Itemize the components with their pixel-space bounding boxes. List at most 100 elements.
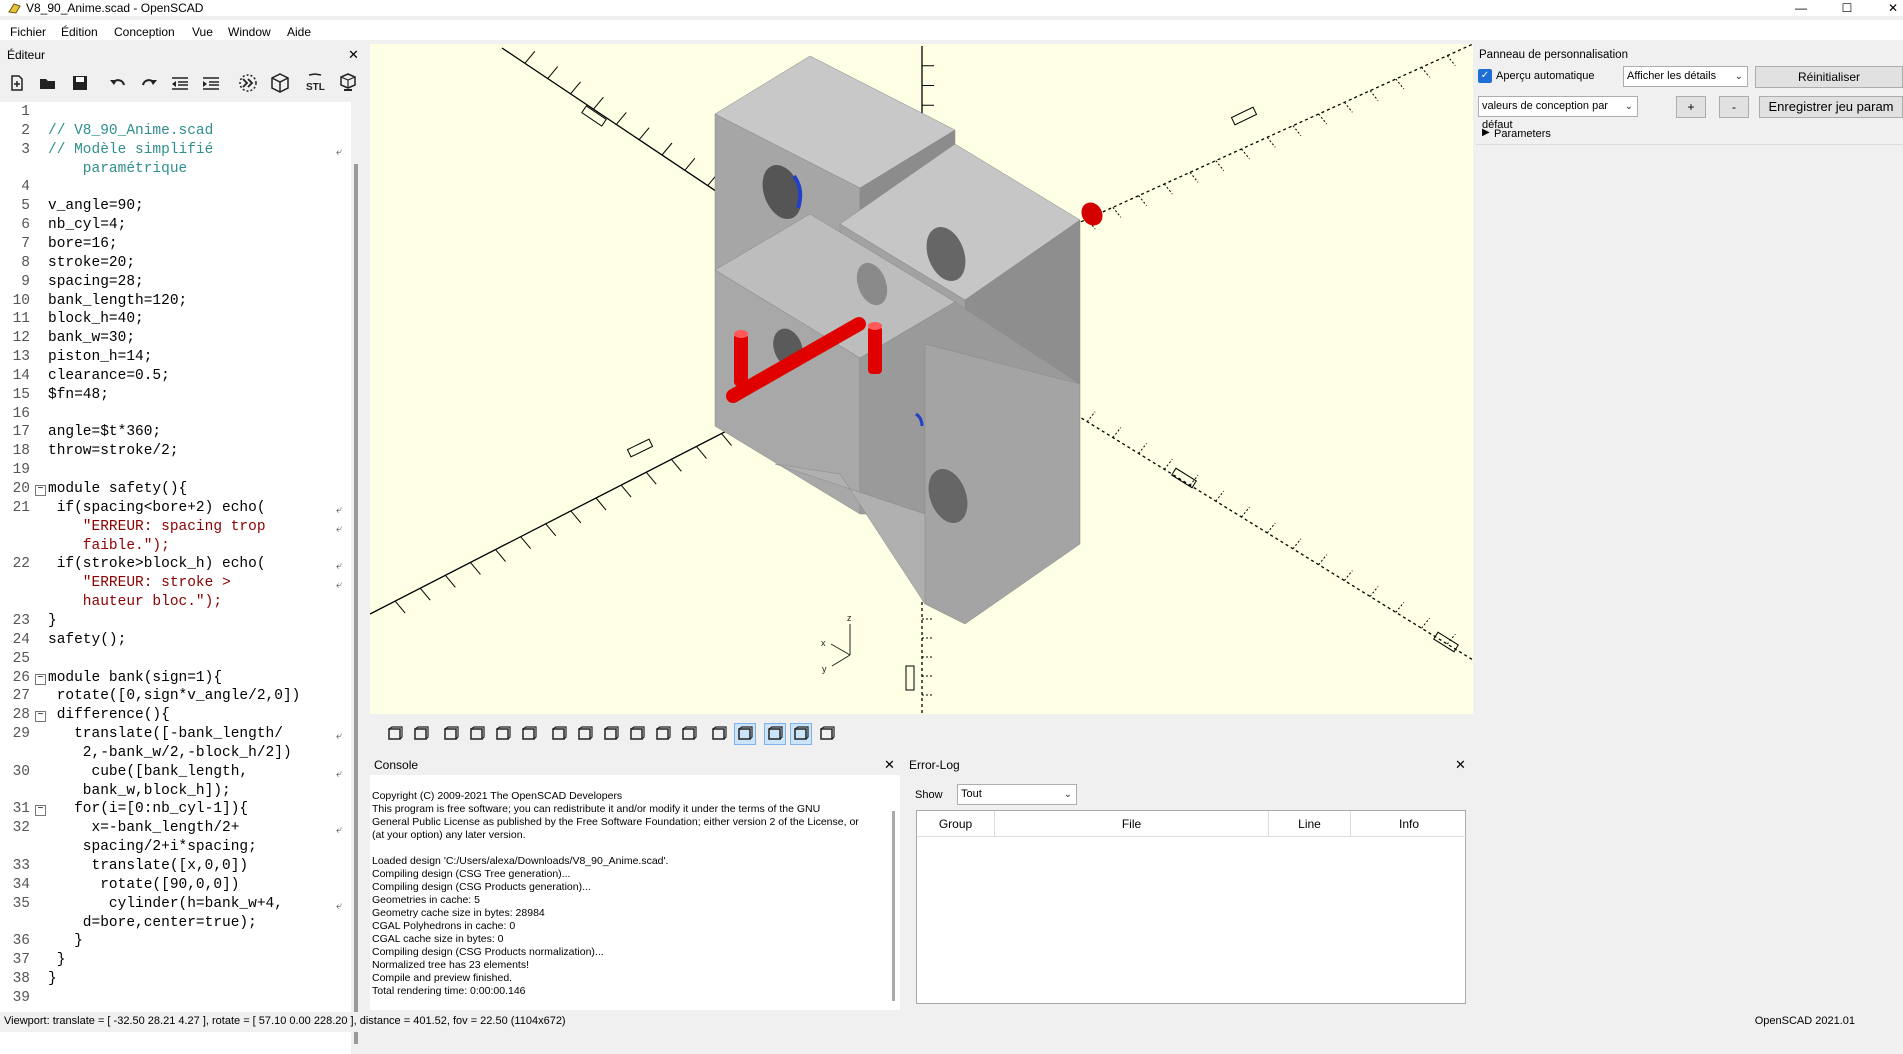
show-filter-select[interactable]: Tout ⌄ <box>957 784 1077 805</box>
maximize-button[interactable]: ☐ <box>1824 0 1870 16</box>
line-number: 15 <box>12 386 30 403</box>
code-editor[interactable]: 1 2 3 4 5 6 7 8 9 10 11 12 13 14 15 16 17 18 19 20 21 22 23 24 2… <box>0 102 362 1054</box>
axis-tick <box>1318 113 1328 125</box>
menu-fichier[interactable]: Fichier <box>10 25 46 39</box>
console-line: CGAL Polyhedrons in cache: 0 <box>372 920 516 932</box>
axis-tick <box>645 471 657 485</box>
redo-icon[interactable] <box>138 72 160 94</box>
orthogonal-icon[interactable] <box>734 723 756 745</box>
minimize-button[interactable]: — <box>1778 0 1824 16</box>
export-stl-icon[interactable]: STL <box>305 72 327 94</box>
view-top-icon[interactable] <box>574 723 596 745</box>
send-to-print-icon[interactable] <box>337 72 359 94</box>
editor-scrollbar[interactable] <box>351 102 362 1054</box>
code-line: cylinder(h=bank_w+4, <box>48 895 283 912</box>
axis-tick <box>1163 459 1173 470</box>
code-line: faible."); <box>48 537 170 554</box>
axis-tick <box>1241 148 1250 160</box>
zoom-in-icon[interactable] <box>466 723 488 745</box>
editor-scrollbar-thumb[interactable] <box>354 164 358 1044</box>
view-back-icon[interactable] <box>678 723 700 745</box>
line-number: 31 <box>12 801 30 818</box>
save-preset-button[interactable]: Enregistrer jeu param <box>1759 96 1903 118</box>
fold-toggle-icon[interactable]: − <box>35 711 46 723</box>
axis-tick <box>1421 67 1430 78</box>
menu-edition[interactable]: Édition <box>61 25 98 39</box>
fold-toggle-icon[interactable]: − <box>35 673 46 685</box>
console-scrollbar[interactable] <box>892 811 895 1001</box>
editor-panel: Éditeur ✕ STL 1 2 3 4 5 6 7 8 9 10 11 12… <box>0 44 370 1054</box>
unindent-icon[interactable] <box>169 72 191 94</box>
open-file-icon[interactable] <box>37 72 59 94</box>
menu-vue[interactable]: Vue <box>192 25 213 39</box>
render-icon[interactable] <box>269 72 291 94</box>
show-axes-icon[interactable] <box>764 723 786 745</box>
status-bar: Viewport: translate = [ -32.50 28.21 4.2… <box>0 1012 1903 1032</box>
chevron-down-icon: ⌄ <box>1624 101 1633 112</box>
code-line: safety(); <box>48 631 127 648</box>
parameters-group-header[interactable]: ▶ Parameters <box>1476 124 1903 144</box>
remove-preset-button[interactable]: - <box>1719 96 1749 118</box>
fold-toggle-icon[interactable]: − <box>35 485 46 496</box>
perspective-icon[interactable] <box>708 723 730 745</box>
details-select[interactable]: Afficher les détails ⌄ <box>1623 66 1748 87</box>
view-front-icon[interactable] <box>652 723 674 745</box>
console-close-button[interactable]: ✕ <box>884 757 895 773</box>
line-number: 38 <box>12 971 30 988</box>
line-number: 37 <box>12 952 30 969</box>
zoom-out-icon[interactable] <box>492 723 514 745</box>
new-file-icon[interactable] <box>6 72 28 94</box>
menu-aide[interactable]: Aide <box>287 25 311 39</box>
axis-tick <box>1086 411 1096 422</box>
preview-icon[interactable] <box>237 72 259 94</box>
show-edges-icon[interactable] <box>816 723 838 745</box>
render-icon[interactable] <box>410 723 432 745</box>
preset-select[interactable]: valeurs de conception par défaut ⌄ <box>1478 96 1638 131</box>
errorlog-close-button[interactable]: ✕ <box>1455 757 1466 773</box>
errorlog-title-bar: Error-Log ✕ <box>905 755 1473 777</box>
view-bottom-icon[interactable] <box>600 723 622 745</box>
console-line: Geometries in cache: 5 <box>372 894 480 906</box>
code-line: difference(){ <box>48 707 170 724</box>
view-right-icon[interactable] <box>548 723 570 745</box>
console-line: This program is free software; you can r… <box>372 803 821 815</box>
menu-window[interactable]: Window <box>228 25 271 39</box>
column-header-line[interactable]: Line <box>1269 811 1351 837</box>
auto-preview-checkbox[interactable]: ✓ <box>1478 69 1492 83</box>
view-all-icon[interactable] <box>440 723 462 745</box>
close-window-button[interactable]: ✕ <box>1870 0 1903 16</box>
line-number: 18 <box>12 443 30 460</box>
3d-scene[interactable]: z x y <box>370 44 1473 714</box>
wrap-indicator-icon: ⤶ <box>336 579 343 592</box>
gizmo-x-label: x <box>821 638 826 648</box>
column-header-group[interactable]: Group <box>917 811 995 837</box>
show-filter-value: Tout <box>961 788 982 800</box>
code-line: d=bore,center=true); <box>48 914 257 931</box>
reset-button[interactable]: Réinitialiser <box>1755 66 1903 88</box>
undo-icon[interactable] <box>107 72 129 94</box>
preview-icon[interactable] <box>384 723 406 745</box>
show-scale-icon[interactable] <box>790 723 812 745</box>
column-header-file[interactable]: File <box>995 811 1269 837</box>
errorlog-table[interactable]: Group File Line Info <box>916 810 1467 1004</box>
details-select-value: Afficher les détails <box>1627 70 1717 82</box>
console-output[interactable]: Copyright (C) 2009-2021 The OpenSCAD Dev… <box>370 775 900 1010</box>
code-line: } <box>48 971 57 988</box>
column-header-info[interactable]: Info <box>1351 811 1467 837</box>
axis-tick <box>1292 125 1302 136</box>
save-icon[interactable] <box>69 72 91 94</box>
reset-view-icon[interactable] <box>518 723 540 745</box>
fold-toggle-icon[interactable]: − <box>35 805 46 817</box>
3d-viewport[interactable]: z x y <box>370 44 1473 714</box>
code-line: bore=16; <box>48 235 118 252</box>
add-preset-button[interactable]: + <box>1676 96 1706 118</box>
code-line: cube([bank_length, <box>48 763 249 780</box>
gizmo-y-label: y <box>822 664 827 674</box>
menu-conception[interactable]: Conception <box>114 25 175 39</box>
view-left-icon[interactable] <box>626 723 648 745</box>
indent-icon[interactable] <box>200 72 222 94</box>
editor-close-button[interactable]: ✕ <box>348 47 359 63</box>
axis-tick <box>1421 617 1430 629</box>
window-title: V8_90_Anime.scad - OpenSCAD <box>26 1 204 15</box>
code-line: spacing/2+i*spacing; <box>48 839 257 856</box>
